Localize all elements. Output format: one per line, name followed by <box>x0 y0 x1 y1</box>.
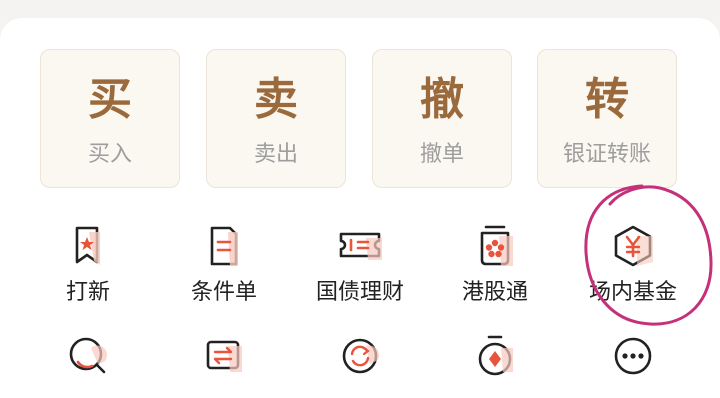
buy-tile[interactable]: 买 买入 <box>40 49 180 188</box>
trade-tiles: 买 买入 卖 卖出 撤 撤单 转 银证转账 <box>40 49 680 188</box>
hk-stock-connect-item[interactable]: 港股通 <box>425 224 565 314</box>
highlight-circle <box>584 184 713 326</box>
transfer-icon <box>206 340 242 372</box>
bookmark-star-icon <box>75 226 100 265</box>
refresh-item[interactable] <box>290 334 430 380</box>
hk-stock-connect-icon <box>480 225 513 266</box>
ipo-subscribe-item[interactable]: 打新 <box>18 224 158 314</box>
conditional-order-label: 条件单 <box>190 280 257 305</box>
search-icon <box>69 337 108 374</box>
ipo-subscribe-label: 打新 <box>65 280 110 305</box>
cancel-order-tile[interactable]: 撤 撤单 <box>372 49 512 188</box>
bank-transfer-tile[interactable]: 转 银证转账 <box>537 49 677 188</box>
buy-label: 买入 <box>87 142 132 167</box>
buy-glyph: 买 <box>88 74 132 125</box>
cancel-order-glyph: 撤 <box>420 74 464 125</box>
bank-transfer-glyph: 转 <box>585 74 629 125</box>
medal-icon <box>478 335 513 376</box>
sell-label: 卖出 <box>253 142 298 167</box>
conditional-order-item[interactable]: 条件单 <box>154 224 294 314</box>
treasury-bond-item[interactable]: 国债理财 <box>290 224 430 314</box>
hk-stock-connect-label: 港股通 <box>461 280 528 305</box>
more-icon <box>614 337 652 375</box>
sell-tile[interactable]: 卖 卖出 <box>206 49 346 188</box>
sell-glyph: 卖 <box>254 74 298 125</box>
treasury-bond-label: 国债理财 <box>315 280 404 305</box>
more-item[interactable] <box>563 334 703 380</box>
bank-transfer-label: 银证转账 <box>562 142 651 167</box>
bond-ticket-icon <box>339 232 382 260</box>
transfer-item[interactable] <box>154 334 294 380</box>
medal-item[interactable] <box>425 334 565 380</box>
refresh-icon <box>342 338 380 374</box>
search-item[interactable] <box>18 334 158 380</box>
cancel-order-label: 撤单 <box>419 142 464 167</box>
conditional-order-icon <box>210 226 238 266</box>
